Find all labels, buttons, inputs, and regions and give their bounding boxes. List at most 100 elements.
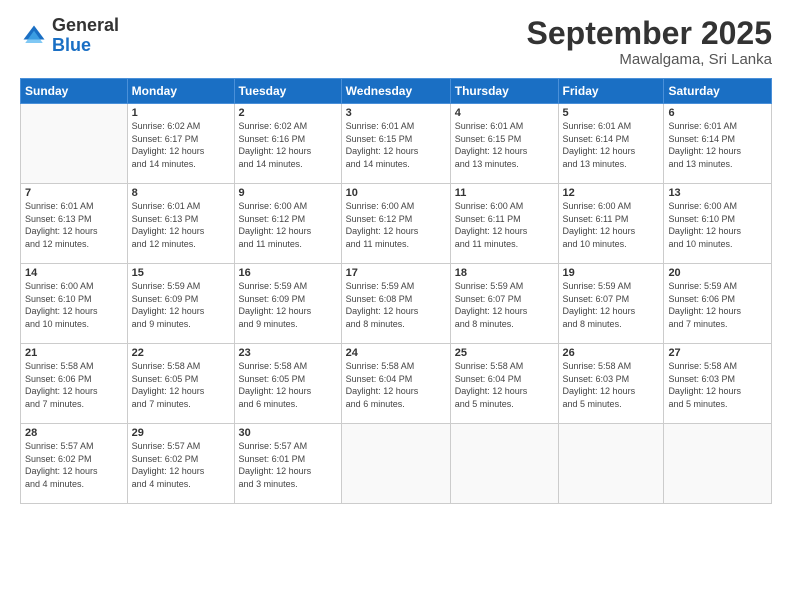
day-info: Sunrise: 5:59 AM Sunset: 6:09 PM Dayligh…	[132, 280, 230, 330]
day-number: 8	[132, 187, 230, 199]
day-number: 7	[25, 187, 123, 199]
day-number: 20	[668, 267, 767, 279]
table-row: 11Sunrise: 6:00 AM Sunset: 6:11 PM Dayli…	[450, 184, 558, 264]
day-number: 26	[563, 347, 660, 359]
table-row: 23Sunrise: 5:58 AM Sunset: 6:05 PM Dayli…	[234, 344, 341, 424]
table-row	[341, 424, 450, 504]
table-row: 7Sunrise: 6:01 AM Sunset: 6:13 PM Daylig…	[21, 184, 128, 264]
day-info: Sunrise: 5:58 AM Sunset: 6:06 PM Dayligh…	[25, 360, 123, 410]
day-number: 21	[25, 347, 123, 359]
calendar-body: 1Sunrise: 6:02 AM Sunset: 6:17 PM Daylig…	[21, 104, 772, 504]
col-saturday: Saturday	[664, 79, 772, 104]
day-info: Sunrise: 6:00 AM Sunset: 6:12 PM Dayligh…	[346, 200, 446, 250]
day-info: Sunrise: 5:58 AM Sunset: 6:04 PM Dayligh…	[346, 360, 446, 410]
day-info: Sunrise: 5:59 AM Sunset: 6:08 PM Dayligh…	[346, 280, 446, 330]
table-row: 29Sunrise: 5:57 AM Sunset: 6:02 PM Dayli…	[127, 424, 234, 504]
table-row: 18Sunrise: 5:59 AM Sunset: 6:07 PM Dayli…	[450, 264, 558, 344]
logo-icon	[20, 22, 48, 50]
day-info: Sunrise: 6:00 AM Sunset: 6:11 PM Dayligh…	[563, 200, 660, 250]
day-number: 27	[668, 347, 767, 359]
table-row: 15Sunrise: 5:59 AM Sunset: 6:09 PM Dayli…	[127, 264, 234, 344]
table-row: 26Sunrise: 5:58 AM Sunset: 6:03 PM Dayli…	[558, 344, 664, 424]
day-info: Sunrise: 5:57 AM Sunset: 6:01 PM Dayligh…	[239, 440, 337, 490]
table-row: 12Sunrise: 6:00 AM Sunset: 6:11 PM Dayli…	[558, 184, 664, 264]
table-row: 10Sunrise: 6:00 AM Sunset: 6:12 PM Dayli…	[341, 184, 450, 264]
day-info: Sunrise: 5:58 AM Sunset: 6:03 PM Dayligh…	[563, 360, 660, 410]
table-row: 22Sunrise: 5:58 AM Sunset: 6:05 PM Dayli…	[127, 344, 234, 424]
table-row: 4Sunrise: 6:01 AM Sunset: 6:15 PM Daylig…	[450, 104, 558, 184]
table-row	[558, 424, 664, 504]
day-info: Sunrise: 6:00 AM Sunset: 6:10 PM Dayligh…	[25, 280, 123, 330]
table-row: 2Sunrise: 6:02 AM Sunset: 6:16 PM Daylig…	[234, 104, 341, 184]
month-title: September 2025	[527, 16, 772, 51]
day-number: 5	[563, 107, 660, 119]
day-number: 14	[25, 267, 123, 279]
day-info: Sunrise: 6:01 AM Sunset: 6:15 PM Dayligh…	[455, 120, 554, 170]
day-info: Sunrise: 6:01 AM Sunset: 6:15 PM Dayligh…	[346, 120, 446, 170]
day-info: Sunrise: 6:01 AM Sunset: 6:14 PM Dayligh…	[563, 120, 660, 170]
day-info: Sunrise: 6:00 AM Sunset: 6:11 PM Dayligh…	[455, 200, 554, 250]
day-number: 3	[346, 107, 446, 119]
table-row: 27Sunrise: 5:58 AM Sunset: 6:03 PM Dayli…	[664, 344, 772, 424]
table-row: 5Sunrise: 6:01 AM Sunset: 6:14 PM Daylig…	[558, 104, 664, 184]
day-number: 24	[346, 347, 446, 359]
day-number: 12	[563, 187, 660, 199]
day-info: Sunrise: 5:59 AM Sunset: 6:09 PM Dayligh…	[239, 280, 337, 330]
table-row: 8Sunrise: 6:01 AM Sunset: 6:13 PM Daylig…	[127, 184, 234, 264]
table-row: 17Sunrise: 5:59 AM Sunset: 6:08 PM Dayli…	[341, 264, 450, 344]
day-number: 29	[132, 427, 230, 439]
day-info: Sunrise: 6:00 AM Sunset: 6:10 PM Dayligh…	[668, 200, 767, 250]
table-row: 19Sunrise: 5:59 AM Sunset: 6:07 PM Dayli…	[558, 264, 664, 344]
day-info: Sunrise: 5:58 AM Sunset: 6:03 PM Dayligh…	[668, 360, 767, 410]
table-row: 20Sunrise: 5:59 AM Sunset: 6:06 PM Dayli…	[664, 264, 772, 344]
day-info: Sunrise: 6:00 AM Sunset: 6:12 PM Dayligh…	[239, 200, 337, 250]
table-row: 30Sunrise: 5:57 AM Sunset: 6:01 PM Dayli…	[234, 424, 341, 504]
header: General Blue September 2025 Mawalgama, S…	[20, 16, 772, 68]
table-row: 28Sunrise: 5:57 AM Sunset: 6:02 PM Dayli…	[21, 424, 128, 504]
day-number: 9	[239, 187, 337, 199]
day-number: 18	[455, 267, 554, 279]
calendar-week-row: 28Sunrise: 5:57 AM Sunset: 6:02 PM Dayli…	[21, 424, 772, 504]
col-thursday: Thursday	[450, 79, 558, 104]
col-wednesday: Wednesday	[341, 79, 450, 104]
day-info: Sunrise: 5:58 AM Sunset: 6:04 PM Dayligh…	[455, 360, 554, 410]
day-info: Sunrise: 5:59 AM Sunset: 6:06 PM Dayligh…	[668, 280, 767, 330]
day-info: Sunrise: 5:58 AM Sunset: 6:05 PM Dayligh…	[132, 360, 230, 410]
table-row: 3Sunrise: 6:01 AM Sunset: 6:15 PM Daylig…	[341, 104, 450, 184]
calendar-header-row: Sunday Monday Tuesday Wednesday Thursday…	[21, 79, 772, 104]
logo-general: General	[52, 15, 119, 35]
location-subtitle: Mawalgama, Sri Lanka	[527, 51, 772, 68]
day-number: 25	[455, 347, 554, 359]
day-number: 22	[132, 347, 230, 359]
col-friday: Friday	[558, 79, 664, 104]
table-row: 25Sunrise: 5:58 AM Sunset: 6:04 PM Dayli…	[450, 344, 558, 424]
day-number: 28	[25, 427, 123, 439]
day-number: 11	[455, 187, 554, 199]
day-info: Sunrise: 5:58 AM Sunset: 6:05 PM Dayligh…	[239, 360, 337, 410]
calendar-week-row: 21Sunrise: 5:58 AM Sunset: 6:06 PM Dayli…	[21, 344, 772, 424]
logo: General Blue	[20, 16, 119, 56]
day-number: 17	[346, 267, 446, 279]
logo-blue: Blue	[52, 35, 91, 55]
table-row	[664, 424, 772, 504]
day-number: 30	[239, 427, 337, 439]
day-info: Sunrise: 5:57 AM Sunset: 6:02 PM Dayligh…	[25, 440, 123, 490]
day-info: Sunrise: 6:01 AM Sunset: 6:13 PM Dayligh…	[25, 200, 123, 250]
day-number: 19	[563, 267, 660, 279]
day-info: Sunrise: 5:59 AM Sunset: 6:07 PM Dayligh…	[563, 280, 660, 330]
day-info: Sunrise: 5:59 AM Sunset: 6:07 PM Dayligh…	[455, 280, 554, 330]
day-number: 4	[455, 107, 554, 119]
day-number: 13	[668, 187, 767, 199]
day-info: Sunrise: 6:01 AM Sunset: 6:13 PM Dayligh…	[132, 200, 230, 250]
calendar-table: Sunday Monday Tuesday Wednesday Thursday…	[20, 78, 772, 504]
day-info: Sunrise: 6:01 AM Sunset: 6:14 PM Dayligh…	[668, 120, 767, 170]
calendar-week-row: 7Sunrise: 6:01 AM Sunset: 6:13 PM Daylig…	[21, 184, 772, 264]
table-row: 13Sunrise: 6:00 AM Sunset: 6:10 PM Dayli…	[664, 184, 772, 264]
calendar-week-row: 14Sunrise: 6:00 AM Sunset: 6:10 PM Dayli…	[21, 264, 772, 344]
table-row: 1Sunrise: 6:02 AM Sunset: 6:17 PM Daylig…	[127, 104, 234, 184]
table-row: 21Sunrise: 5:58 AM Sunset: 6:06 PM Dayli…	[21, 344, 128, 424]
col-monday: Monday	[127, 79, 234, 104]
table-row: 24Sunrise: 5:58 AM Sunset: 6:04 PM Dayli…	[341, 344, 450, 424]
day-number: 23	[239, 347, 337, 359]
table-row: 6Sunrise: 6:01 AM Sunset: 6:14 PM Daylig…	[664, 104, 772, 184]
